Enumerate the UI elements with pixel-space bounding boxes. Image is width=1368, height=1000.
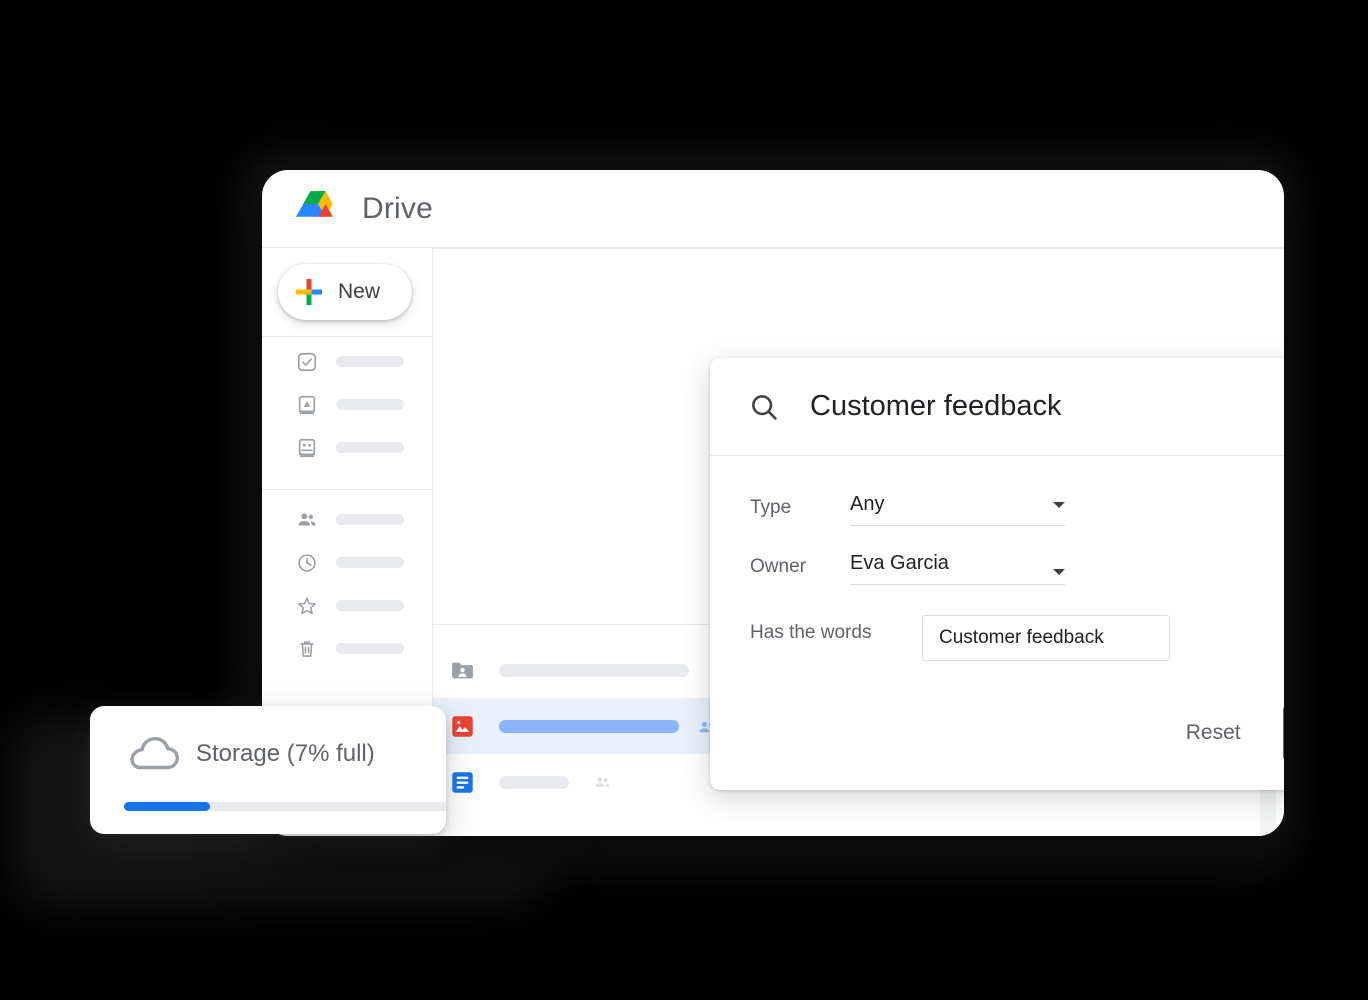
filter-row-type: Type Any	[750, 490, 1284, 526]
document-file-icon	[450, 770, 475, 795]
storage-card[interactable]: Storage (7% full)	[90, 706, 446, 834]
trash-icon	[296, 638, 318, 660]
file-name-skeleton	[499, 719, 679, 733]
storage-header: Storage (7% full)	[90, 706, 446, 774]
search-input[interactable]: Customer feedback	[810, 390, 1284, 423]
task-check-icon	[296, 351, 318, 373]
search-icon	[748, 391, 780, 423]
owner-select-value: Eva Garcia	[850, 552, 949, 574]
storage-label: Storage (7% full)	[196, 740, 375, 767]
drive-backup-icon	[296, 394, 318, 416]
new-button[interactable]: New	[278, 264, 412, 320]
storage-progress-track	[124, 802, 446, 811]
star-icon	[296, 595, 318, 617]
file-name-skeleton	[499, 775, 569, 789]
filter-label-type: Type	[750, 497, 792, 518]
people-shared-icon	[296, 509, 318, 531]
sidebar-item-trash[interactable]	[262, 627, 432, 670]
filter-row-owner: Owner Eva Garcia	[750, 549, 1284, 585]
new-button-label: New	[338, 280, 381, 303]
sidebar-group-primary	[262, 340, 432, 469]
app-topbar: Drive	[262, 170, 1284, 248]
search-filters: Type Any Owner Eva Garcia Has the words …	[710, 456, 1284, 661]
sidebar-item-label	[336, 643, 404, 654]
sidebar-item-tasks[interactable]	[262, 340, 432, 383]
plus-icon	[296, 279, 322, 305]
dialog-actions: Reset Search	[1168, 704, 1284, 762]
filter-label-has-the-words: Has the words	[750, 622, 872, 643]
sidebar-item-label	[336, 442, 404, 453]
content-divider-top	[433, 248, 1284, 249]
sidebar-item-backup[interactable]	[262, 383, 432, 426]
sidebar-item-label	[336, 356, 404, 367]
type-select[interactable]: Any	[850, 490, 1065, 526]
search-bar: Customer feedback	[710, 358, 1284, 456]
type-select-value: Any	[850, 493, 885, 515]
shared-folder-icon	[450, 658, 475, 683]
has-the-words-input[interactable]: Customer feedback	[922, 615, 1170, 661]
sidebar-item-label	[336, 514, 404, 525]
advanced-search-dialog: Customer feedback Type Any Owner Eva Gar…	[710, 358, 1284, 790]
image-file-icon	[450, 714, 475, 739]
sidebar-group-secondary	[262, 498, 432, 670]
filter-label-owner: Owner	[750, 556, 806, 577]
file-name-skeleton	[499, 663, 689, 677]
sidebar-item-starred[interactable]	[262, 584, 432, 627]
people-icon	[593, 773, 612, 792]
sidebar-item-recent[interactable]	[262, 541, 432, 584]
owner-select[interactable]: Eva Garcia	[850, 549, 1065, 585]
sidebar-item-label	[336, 557, 404, 568]
google-drive-logo-icon	[296, 189, 340, 229]
search-button[interactable]: Search	[1282, 704, 1284, 762]
cloud-icon	[126, 734, 182, 774]
chevron-down-icon	[1053, 501, 1065, 508]
sidebar-divider-mid	[262, 489, 433, 490]
contacts-card-icon	[296, 437, 318, 459]
app-title: Drive	[362, 191, 434, 225]
sidebar-item-shared-with-me[interactable]	[262, 498, 432, 541]
sidebar-item-contacts[interactable]	[262, 426, 432, 469]
chevron-down-icon	[1053, 569, 1065, 575]
sidebar-item-label	[336, 600, 404, 611]
sidebar-item-label	[336, 399, 404, 410]
storage-progress-fill	[124, 802, 210, 811]
clock-recent-icon	[296, 552, 318, 574]
sidebar-divider-top	[262, 336, 433, 337]
reset-button[interactable]: Reset	[1168, 711, 1259, 755]
filter-row-has-the-words: Has the words Customer feedback	[750, 615, 1284, 661]
